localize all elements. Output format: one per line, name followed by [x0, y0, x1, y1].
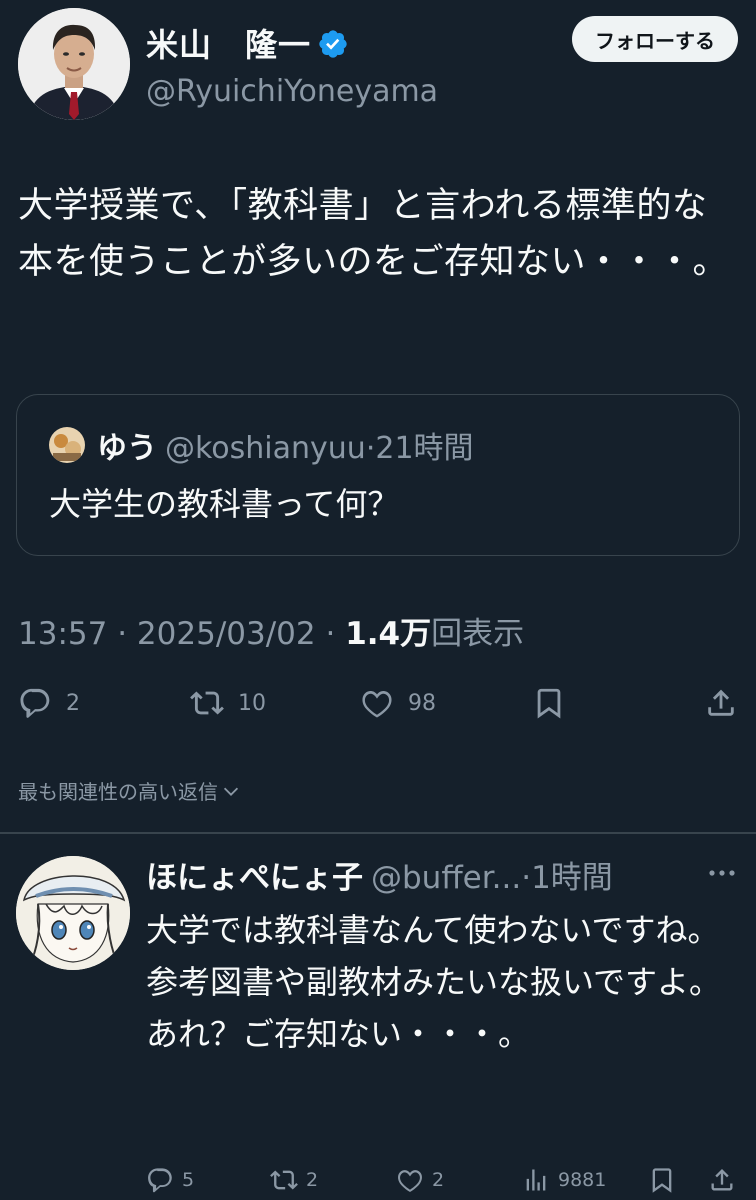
retweet-button[interactable]: 10	[190, 680, 266, 726]
quoted-tweet-time: 21時間	[375, 431, 474, 466]
reply-sort-label: 最も関連性の高い返信	[18, 780, 218, 804]
heart-icon	[362, 690, 392, 718]
views-label: 回表示	[431, 616, 525, 652]
meta-separator: ·	[117, 616, 128, 652]
reply-button[interactable]: 2	[18, 680, 80, 726]
reply-text: 大学では教科書なんて使わないですね。 参考図書や副教材みたいな扱いですよ。 あれ…	[146, 904, 736, 1060]
share-icon	[708, 689, 734, 716]
reply-sort-selector[interactable]: 最も関連性の高い返信	[18, 776, 242, 805]
author-name[interactable]: 米山 隆一	[146, 20, 349, 66]
chevron-down-icon	[223, 787, 239, 796]
tweet-action-bar: 2 10 98	[0, 680, 756, 730]
meta-separator-2: ·	[325, 616, 336, 652]
verified-badge-icon	[319, 30, 347, 58]
more-options-icon[interactable]	[704, 858, 740, 888]
reply-icon	[20, 688, 50, 718]
reply-icon	[148, 1168, 172, 1193]
reply-views-count: 9881	[558, 1169, 607, 1191]
views-chart-icon	[526, 1169, 546, 1191]
author-name-text: 米山 隆一	[146, 26, 312, 64]
reply-like-button[interactable]: 2	[396, 1160, 444, 1200]
share-button[interactable]	[704, 680, 738, 726]
divider	[0, 832, 756, 834]
reply-reply-button[interactable]: 5	[146, 1160, 194, 1200]
reply-views-button[interactable]: 9881	[522, 1160, 606, 1200]
reply-text-line: あれ？ご存知ない・・・。	[146, 1015, 531, 1053]
reply-retweet-count: 2	[306, 1169, 319, 1191]
quoted-tweet-text: 大学生の教科書って何？	[49, 485, 400, 523]
reply-text-line: 参考図書や副教材みたいな扱いですよ。	[146, 963, 722, 1001]
reply-retweet-button[interactable]: 2	[270, 1160, 318, 1200]
retweet-count: 10	[238, 690, 266, 716]
reply-count: 2	[66, 690, 80, 716]
quoted-author-handle: @koshianyuu	[165, 431, 366, 466]
quoted-separator: ·	[365, 431, 376, 466]
reply-author-avatar[interactable]	[16, 856, 130, 970]
quoted-author-avatar	[49, 427, 85, 463]
bookmark-button[interactable]	[532, 680, 566, 726]
reply-header: ほにょぺにょ子 @buffer...·1時間	[146, 852, 613, 897]
reply-like-count: 2	[432, 1169, 445, 1191]
heart-icon	[398, 1170, 422, 1192]
tweet-date[interactable]: 2025/03/02	[137, 616, 316, 652]
reply-text-line: 大学では教科書なんて使わないですね。	[146, 911, 720, 949]
reply-action-bar: 5 2 2 9881	[0, 1160, 756, 1200]
follow-button[interactable]: フォローする	[572, 16, 738, 62]
quoted-tweet-header: ゆう @koshianyuu·21時間	[97, 423, 474, 467]
reply-separator: ·	[521, 860, 532, 896]
quoted-tweet-card[interactable]: ゆう @koshianyuu·21時間 大学生の教科書って何？	[16, 394, 740, 556]
author-handle[interactable]: @RyuichiYoneyama	[146, 74, 438, 109]
tweet-text: 大学授業で、「教科書」と言われる標準的な本を使うことが多いのをご存知ない・・・。	[18, 186, 729, 282]
reply-reply-count: 5	[182, 1169, 195, 1191]
tweet-detail-page: 米山 隆一 @RyuichiYoneyama フォローする 大学授業で、「教科書…	[0, 0, 756, 1200]
share-icon	[711, 1169, 733, 1191]
tweet-time[interactable]: 13:57	[18, 616, 107, 652]
quoted-author-name: ゆう	[97, 431, 157, 466]
bookmark-icon	[537, 688, 561, 719]
reply-time[interactable]: 1時間	[531, 860, 613, 896]
bookmark-icon	[652, 1168, 672, 1193]
retweet-icon	[270, 1170, 298, 1190]
views-count: 1.4万	[345, 616, 432, 652]
reply-author-handle[interactable]: @buffer...	[371, 860, 521, 896]
like-button[interactable]: 98	[360, 680, 436, 726]
tweet-meta: 13:57 · 2025/03/02 · 1.4万回表示	[18, 608, 524, 653]
tweet-header: 米山 隆一 @RyuichiYoneyama フォローする	[18, 8, 738, 120]
reply-bookmark-button[interactable]	[648, 1160, 676, 1200]
reply-share-button[interactable]	[708, 1160, 736, 1200]
retweet-icon	[190, 691, 224, 715]
author-avatar[interactable]	[18, 8, 130, 120]
reply-author-name[interactable]: ほにょぺにょ子	[146, 860, 363, 896]
like-count: 98	[408, 690, 436, 716]
